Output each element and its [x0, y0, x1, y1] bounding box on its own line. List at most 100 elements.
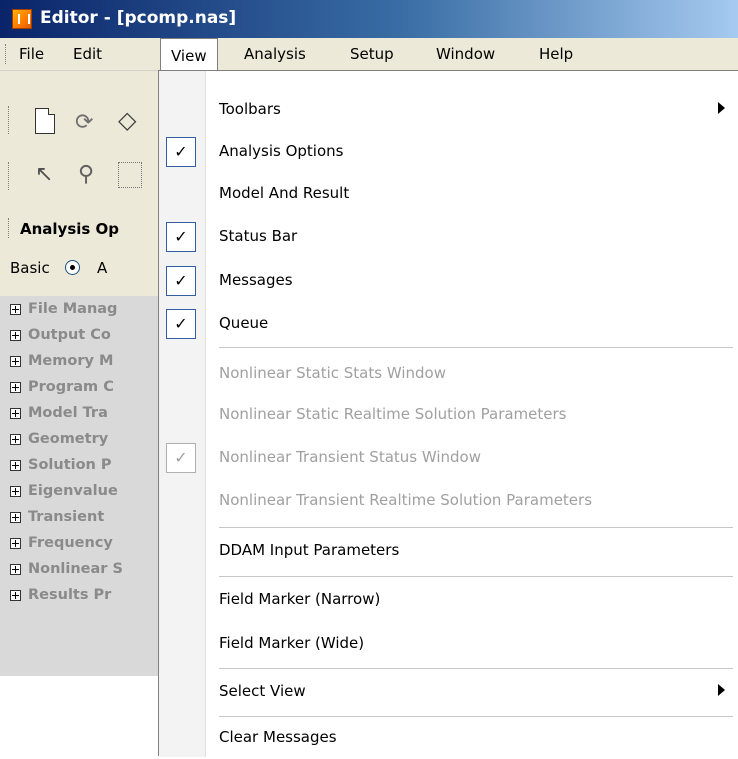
advanced-label: A — [97, 259, 108, 277]
expand-icon[interactable] — [10, 486, 21, 497]
basic-radio[interactable] — [65, 260, 80, 275]
checkmark-icon: ✓ — [166, 443, 196, 473]
menu-item-label: Messages — [219, 271, 293, 289]
menu-item-clear-messages[interactable]: Clear Messages — [159, 717, 738, 759]
checkmark-icon: ✓ — [166, 137, 196, 167]
menu-window[interactable]: Window — [432, 45, 499, 63]
tree-item-label: Output Co — [28, 327, 111, 343]
menu-item-model-and-result[interactable]: Model And Result — [159, 173, 738, 215]
menu-item-nonlinear-transient-realtime: Nonlinear Transient Realtime Solution Pa… — [159, 480, 738, 522]
submenu-arrow-icon — [718, 684, 725, 696]
menu-item-label: Clear Messages — [219, 728, 337, 746]
menu-help[interactable]: Help — [535, 45, 577, 63]
tree-item[interactable]: Frequency — [0, 532, 158, 558]
menu-item-ddam-input-parameters[interactable]: DDAM Input Parameters — [159, 530, 738, 572]
menu-item-messages[interactable]: ✓ Messages — [159, 260, 738, 302]
expand-icon[interactable] — [10, 460, 21, 471]
tree-item[interactable]: Eigenvalue — [0, 480, 158, 506]
menu-analysis[interactable]: Analysis — [240, 45, 310, 63]
tree-item-label: Eigenvalue — [28, 483, 118, 499]
zoom-box-icon[interactable] — [118, 162, 142, 188]
refresh-icon[interactable]: ⟳ — [75, 110, 101, 136]
tree-item[interactable]: Geometry — [0, 428, 158, 454]
toolbar-grip[interactable] — [8, 106, 12, 134]
tree-item[interactable]: Results Pr — [0, 584, 158, 610]
expand-icon[interactable] — [10, 356, 21, 367]
mode-row: Basic A — [0, 249, 160, 287]
menu-item-select-view[interactable]: Select View — [159, 671, 738, 713]
panel-empty-area — [0, 676, 160, 756]
toolbar-tool-icon[interactable]: ◇ — [118, 106, 144, 134]
menu-item-label: Field Marker (Narrow) — [219, 590, 381, 608]
expand-icon[interactable] — [10, 564, 21, 575]
analysis-options-header: Analysis Op — [0, 211, 160, 245]
tree-item-label: Nonlinear S — [28, 561, 123, 577]
menu-item-toolbars[interactable]: Toolbars — [159, 89, 738, 131]
expand-icon[interactable] — [10, 512, 21, 523]
menu-item-nonlinear-transient-status: ✓ Nonlinear Transient Status Window — [159, 437, 738, 479]
tree-item-label: Program C — [28, 379, 114, 395]
menu-item-field-marker-wide[interactable]: Field Marker (Wide) — [159, 623, 738, 665]
tree-item[interactable]: Transient — [0, 506, 158, 532]
new-document-icon[interactable] — [35, 108, 55, 134]
menu-file[interactable]: File — [15, 45, 48, 63]
toolbar-grip-2[interactable] — [8, 162, 12, 190]
zoom-icon[interactable]: ⚲ — [78, 162, 104, 188]
tree-item-label: Solution P — [28, 457, 112, 473]
toolbar-standard: ⟳ ◇ — [0, 96, 160, 148]
options-tree: File Manag Output Co Memory M Program C … — [0, 296, 160, 676]
menu-separator — [219, 527, 733, 528]
expand-icon[interactable] — [10, 408, 21, 419]
menu-item-label: Queue — [219, 314, 269, 332]
tree-item-label: File Manag — [28, 301, 118, 317]
menu-item-status-bar[interactable]: ✓ Status Bar — [159, 216, 738, 258]
window-title: Editor - [pcomp.nas] — [40, 8, 237, 28]
tree-item[interactable]: Nonlinear S — [0, 558, 158, 584]
tree-item[interactable]: Solution P — [0, 454, 158, 480]
tree-item-label: Frequency — [28, 535, 113, 551]
menu-separator — [219, 668, 733, 669]
expand-icon[interactable] — [10, 538, 21, 549]
expand-icon[interactable] — [10, 590, 21, 601]
tree-item-label: Geometry — [28, 431, 109, 447]
menu-separator — [219, 576, 733, 577]
menubar-grip[interactable] — [5, 44, 9, 64]
section-title-label: Analysis Op — [20, 220, 120, 238]
menu-separator — [219, 347, 733, 348]
menu-item-label: Model And Result — [219, 184, 350, 202]
menu-item-analysis-options[interactable]: ✓ Analysis Options — [159, 131, 738, 173]
tree-item[interactable]: Program C — [0, 376, 158, 402]
menu-item-label: Select View — [219, 682, 306, 700]
menu-item-label: Nonlinear Static Realtime Solution Param… — [219, 405, 567, 423]
select-arrow-icon[interactable]: ↖ — [35, 162, 61, 188]
tree-item[interactable]: Output Co — [0, 324, 158, 350]
expand-icon[interactable] — [10, 330, 21, 341]
submenu-arrow-icon — [718, 102, 725, 114]
menu-item-nonlinear-static-stats: Nonlinear Static Stats Window — [159, 353, 738, 395]
menu-item-label: Toolbars — [219, 100, 281, 118]
menu-edit[interactable]: Edit — [69, 45, 106, 63]
menu-item-label: Nonlinear Transient Realtime Solution Pa… — [219, 491, 593, 509]
tree-item[interactable]: Model Tra — [0, 402, 158, 428]
menu-view[interactable]: View — [160, 38, 218, 72]
menu-item-label: DDAM Input Parameters — [219, 541, 400, 559]
app-logo-icon — [12, 9, 32, 29]
panel-grip[interactable] — [8, 218, 12, 238]
menu-item-field-marker-narrow[interactable]: Field Marker (Narrow) — [159, 579, 738, 621]
expand-icon[interactable] — [10, 304, 21, 315]
menu-item-queue[interactable]: ✓ Queue — [159, 303, 738, 345]
tree-item[interactable]: File Manag — [0, 298, 158, 324]
tree-item-label: Results Pr — [28, 587, 112, 603]
tree-item-label: Memory M — [28, 353, 114, 369]
menu-setup[interactable]: Setup — [346, 45, 398, 63]
title-bar: Editor - [pcomp.nas] — [0, 0, 738, 38]
view-menu-dropdown: Toolbars ✓ Analysis Options Model And Re… — [158, 70, 738, 759]
menu-item-label: Nonlinear Transient Status Window — [219, 448, 482, 466]
expand-icon[interactable] — [10, 382, 21, 393]
menu-item-label: Field Marker (Wide) — [219, 634, 365, 652]
menu-bar: File Edit View Analysis Setup Window Hel… — [0, 38, 738, 72]
menu-item-label: Analysis Options — [219, 142, 344, 160]
expand-icon[interactable] — [10, 434, 21, 445]
menu-item-label: Nonlinear Static Stats Window — [219, 364, 446, 382]
tree-item[interactable]: Memory M — [0, 350, 158, 376]
